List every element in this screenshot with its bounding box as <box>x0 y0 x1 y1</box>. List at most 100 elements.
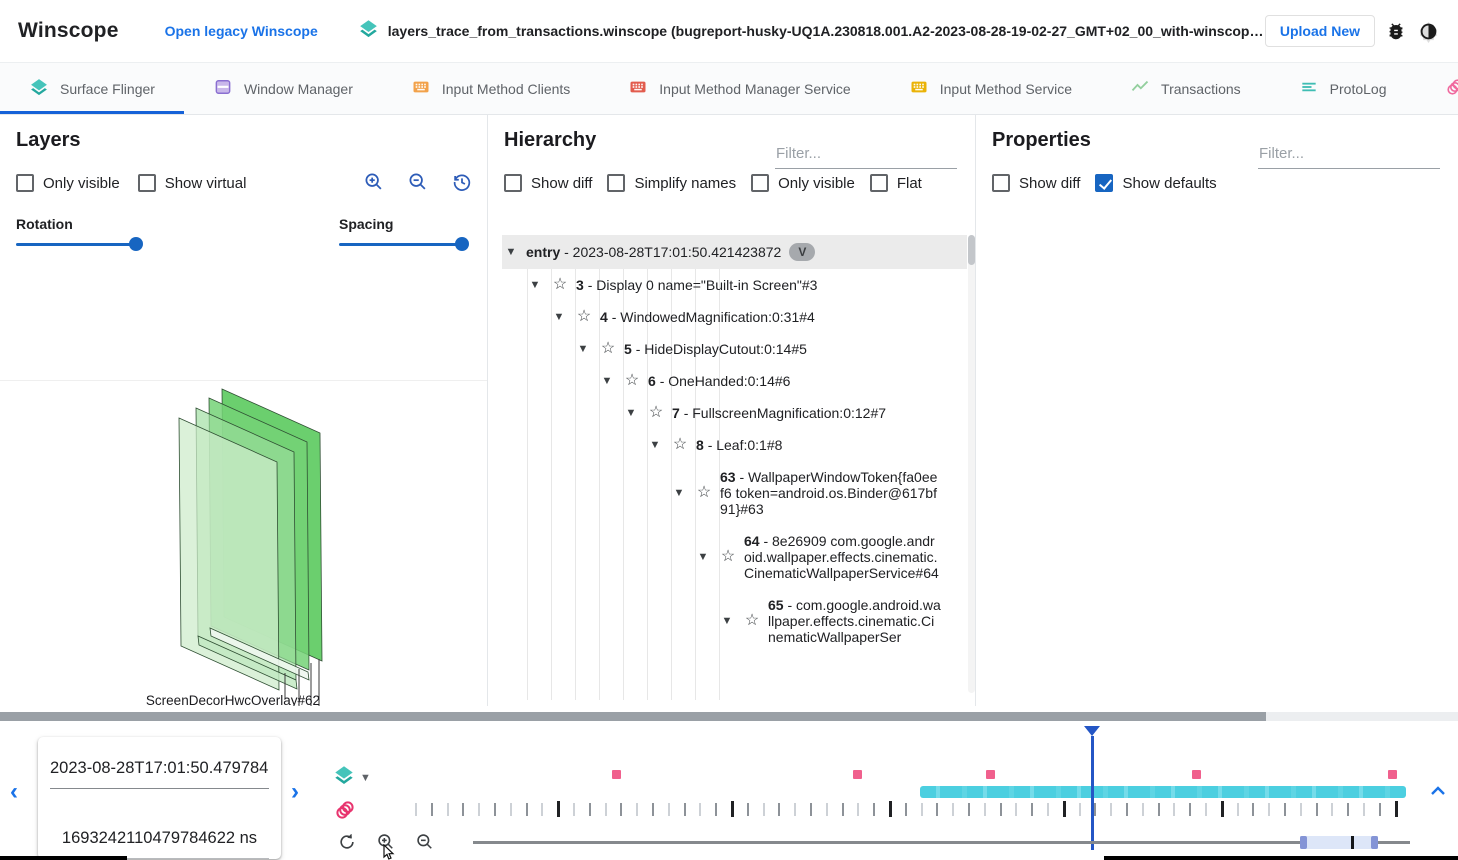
zoom-in-icon[interactable] <box>363 171 385 193</box>
ruler-tick <box>984 803 986 816</box>
tree-row-display[interactable]: ▼☆ 3 - Display 0 name="Built-in Screen"#… <box>502 269 967 301</box>
checkbox-box[interactable] <box>138 174 156 192</box>
overview-line-stub <box>1378 841 1410 844</box>
collapse-arrow-icon[interactable]: ▼ <box>502 244 520 260</box>
tree-row-entry[interactable]: ▼ entry - 2023-08-28T17:01:50.421423872V <box>502 235 967 269</box>
collapse-arrow-icon[interactable]: ▼ <box>598 373 616 389</box>
checkbox-box[interactable] <box>16 174 34 192</box>
tree-row-wallpaper-window-token[interactable]: ▼☆ 63 - WallpaperWindowToken{fa0eef6 tok… <box>502 461 967 525</box>
active-trace-selector[interactable]: ▼ <box>333 764 371 791</box>
hierarchy-filter-input[interactable] <box>775 143 957 169</box>
bottom-black-strip-right <box>1104 856 1458 860</box>
tree-row-cinematic-wallpaper-service-2[interactable]: ▼☆ 65 - com.google.android.wallpaper.eff… <box>502 589 967 653</box>
rotation-slider-thumb[interactable] <box>129 237 143 251</box>
tree-row-fullscreen-magnification[interactable]: ▼☆ 7 - FullscreenMagnification:0:12#7 <box>502 397 967 429</box>
open-legacy-link[interactable]: Open legacy Winscope <box>165 23 318 39</box>
star-icon[interactable]: ☆ <box>718 549 738 565</box>
expand-timeline-icon[interactable] <box>1428 784 1448 803</box>
collapse-arrow-icon[interactable]: ▼ <box>646 437 664 453</box>
ruler-tick <box>1205 803 1207 816</box>
show-virtual-checkbox[interactable]: Show virtual <box>138 174 247 192</box>
collapse-arrow-icon[interactable]: ▼ <box>670 485 688 501</box>
next-entry-button[interactable]: › <box>291 782 299 802</box>
ruler-tick <box>1031 803 1033 816</box>
rings-icon <box>333 798 357 827</box>
tab-input-method-manager-service[interactable]: Input Method Manager Service <box>599 63 879 114</box>
tree-row-cinematic-wallpaper-service[interactable]: ▼☆ 64 - 8e26909 com.google.android.wallp… <box>502 525 967 589</box>
overview-left-handle[interactable] <box>1300 836 1307 849</box>
timeline-cursor-handle[interactable] <box>1084 726 1100 736</box>
ruler-tick <box>763 803 765 816</box>
transition-marker[interactable] <box>1192 770 1201 779</box>
properties-filter-input[interactable] <box>1258 143 1440 169</box>
only-visible-checkbox[interactable]: Only visible <box>16 174 120 192</box>
tree-row-one-handed[interactable]: ▼☆ 6 - OneHanded:0:14#6 <box>502 365 967 397</box>
ruler-tick <box>541 803 543 816</box>
transition-marker[interactable] <box>853 770 862 779</box>
tab-surface-flinger[interactable]: Surface Flinger <box>0 63 184 114</box>
tab-window-manager[interactable]: Window Manager <box>184 63 382 114</box>
tab-label: Transactions <box>1161 81 1241 97</box>
star-icon[interactable]: ☆ <box>622 373 642 389</box>
restore-view-icon[interactable] <box>451 171 473 193</box>
tab-transactions[interactable]: Transactions <box>1101 63 1270 114</box>
show-diff-checkbox[interactable]: Show diff <box>504 174 592 192</box>
zoom-out-icon[interactable] <box>415 832 435 857</box>
prev-entry-button[interactable]: ‹ <box>10 782 18 802</box>
star-icon[interactable]: ☆ <box>670 437 690 453</box>
simplify-names-checkbox[interactable]: Simplify names <box>607 174 736 192</box>
collapse-arrow-icon[interactable]: ▼ <box>526 277 544 293</box>
collapse-arrow-icon[interactable]: ▼ <box>718 613 736 629</box>
zoom-out-icon[interactable] <box>407 171 429 193</box>
tree-row-leaf[interactable]: ▼☆ 8 - Leaf:0:1#8 <box>502 429 967 461</box>
checkbox-label: Only visible <box>43 175 120 192</box>
star-icon[interactable]: ☆ <box>646 405 666 421</box>
bug-report-icon[interactable] <box>1385 20 1407 42</box>
star-icon[interactable]: ☆ <box>598 341 618 357</box>
ns-timestamp-input[interactable] <box>50 817 269 859</box>
refresh-icon[interactable] <box>337 832 357 857</box>
star-icon[interactable]: ☆ <box>742 613 762 629</box>
spacing-slider-thumb[interactable] <box>455 237 469 251</box>
ruler-tick <box>952 803 954 816</box>
show-defaults-checkbox[interactable]: Show defaults <box>1095 174 1216 192</box>
star-icon[interactable]: ☆ <box>694 485 714 501</box>
overview-right-handle[interactable] <box>1371 836 1378 849</box>
overview-selection[interactable] <box>1300 836 1378 849</box>
only-visible-checkbox[interactable]: Only visible <box>751 174 855 192</box>
loaded-file-name: layers_trace_from_transactions.winscope … <box>388 23 1265 39</box>
sf-trace-range-bar[interactable] <box>920 786 1406 798</box>
tab-transitions[interactable]: Tra <box>1415 63 1458 114</box>
ruler-tick <box>889 801 892 817</box>
star-icon[interactable]: ☆ <box>550 277 570 293</box>
ruler-tick <box>1142 803 1144 816</box>
tab-input-method-clients[interactable]: Input Method Clients <box>382 63 599 114</box>
tree-row-windowed-magnification[interactable]: ▼☆ 4 - WindowedMagnification:0:31#4 <box>502 301 967 333</box>
layers-3d-canvas[interactable] <box>0 380 487 710</box>
transitions-trace-toggle[interactable] <box>333 798 371 827</box>
ruler-tick <box>1300 803 1302 816</box>
transition-marker[interactable] <box>612 770 621 779</box>
show-diff-checkbox[interactable]: Show diff <box>992 174 1080 192</box>
properties-panel: Properties Show diff Show defaults <box>975 115 1458 706</box>
star-icon[interactable]: ☆ <box>574 309 594 325</box>
ruler-tick <box>589 803 591 816</box>
horizontal-scrollbar-thumb[interactable] <box>0 712 1266 721</box>
tab-input-method-service[interactable]: Input Method Service <box>880 63 1101 114</box>
transition-marker[interactable] <box>1388 770 1397 779</box>
dark-mode-toggle-icon[interactable] <box>1417 20 1440 43</box>
human-timestamp-input[interactable] <box>50 747 269 789</box>
upload-new-button[interactable]: Upload New <box>1265 15 1375 47</box>
keyboard-icon <box>411 77 431 100</box>
tree-row-hide-display-cutout[interactable]: ▼☆ 5 - HideDisplayCutout:0:14#5 <box>502 333 967 365</box>
ruler-tick <box>1189 803 1191 816</box>
flat-checkbox[interactable]: Flat <box>870 174 922 192</box>
tab-protolog[interactable]: ProtoLog <box>1270 63 1416 114</box>
hierarchy-scrollbar-thumb[interactable] <box>968 235 975 265</box>
ruler-tick <box>699 803 701 816</box>
collapse-arrow-icon[interactable]: ▼ <box>694 549 712 565</box>
collapse-arrow-icon[interactable]: ▼ <box>574 341 592 357</box>
collapse-arrow-icon[interactable]: ▼ <box>550 309 568 325</box>
collapse-arrow-icon[interactable]: ▼ <box>622 405 640 421</box>
transition-marker[interactable] <box>986 770 995 779</box>
